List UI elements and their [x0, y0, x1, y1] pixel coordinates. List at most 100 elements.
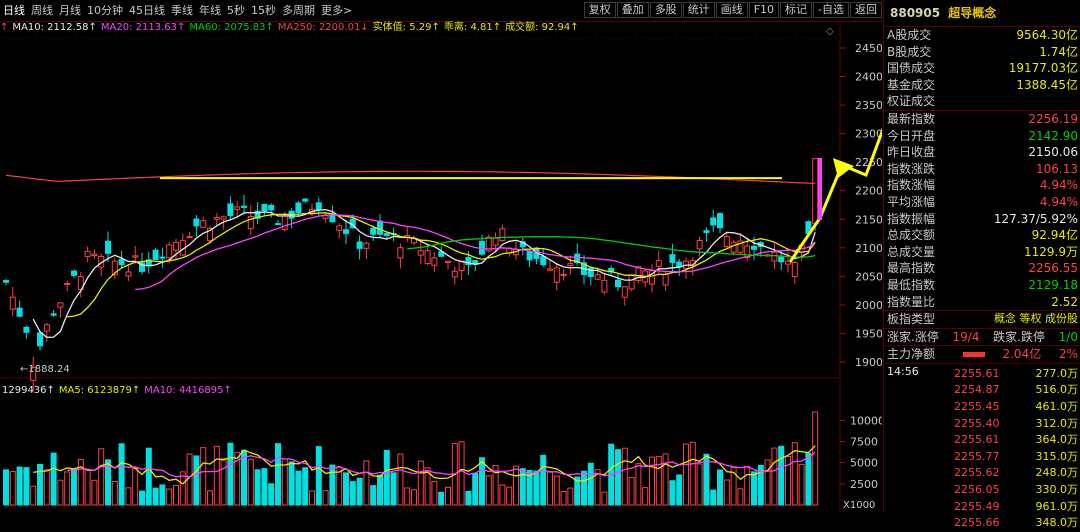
price-axis-label-11: 1900 [855, 356, 882, 369]
main-flow-row: 主力净额 2.04亿 2% [887, 347, 1078, 362]
quote-row-label: 最低指数 [887, 277, 936, 292]
candle-body-49 [336, 225, 343, 231]
volume-bar-80 [547, 471, 553, 506]
volume-bar-67 [458, 441, 465, 506]
tick-price: 2254.87 [954, 383, 1000, 397]
kline-chart[interactable]: 2450240023502300225022002150210020502000… [0, 0, 882, 513]
volume-bar-90 [615, 449, 621, 506]
index-type-value[interactable]: 概念 等权 成份股 [994, 311, 1078, 328]
quote-row-1: 今日开盘 2142.90 [884, 128, 1080, 145]
candle-body-12 [84, 250, 91, 257]
volume-bar-94 [642, 487, 649, 506]
volume-bar-70 [479, 457, 485, 506]
volume-bar-8 [57, 479, 64, 506]
stat-row-value: 1.74亿 [1039, 44, 1078, 59]
tick-volume: 315.0万 [1035, 449, 1079, 463]
candle-body-61 [417, 250, 424, 256]
candle-body-116 [791, 261, 798, 278]
volume-bar-22 [152, 487, 159, 506]
quote-row-label: 指数涨跌 [887, 161, 936, 176]
tick-time: 14:56 [887, 364, 919, 378]
candle-body-33 [227, 203, 234, 216]
candle-body-15 [105, 240, 111, 254]
volume-bar-21 [145, 447, 152, 506]
volume-bar-50 [343, 472, 349, 506]
stat-row-2: 国债成交 19177.03亿 [884, 60, 1080, 77]
volume-bar-58 [397, 453, 404, 506]
tick-volume: 312.0万 [1035, 416, 1079, 430]
candle-body-29 [200, 220, 207, 228]
quote-panel: 880905 超导概念 A股成交 9564.30亿 B股成交 1.74亿 国债成交 191… [883, 0, 1080, 529]
volume-bar-48 [329, 464, 336, 506]
vol-legend-item-1: MA5: 6123879↑ [58, 385, 141, 396]
volume-bar-60 [411, 489, 417, 506]
candle-body-63 [431, 257, 438, 266]
candle-body-31 [213, 217, 220, 220]
stat-row-value: 19177.03亿 [1008, 61, 1078, 76]
candle-body-66 [451, 270, 458, 278]
volume-bar-13 [91, 479, 98, 506]
volume-bar-17 [118, 443, 125, 506]
quote-row-label: 最新指数 [887, 111, 936, 126]
volume-bar-99 [676, 474, 683, 506]
candle-body-8 [57, 302, 64, 308]
candle-body-17 [118, 258, 125, 266]
volume-bar-37 [254, 469, 261, 506]
panel-title: 880905 超导概念 [884, 0, 1080, 27]
volume-bar-86 [587, 462, 594, 506]
volume-bar-69 [472, 473, 479, 506]
candle-body-105 [717, 213, 723, 229]
volume-bar-24 [166, 488, 173, 506]
ma5-line [32, 208, 816, 338]
tick-price: 2255.61 [954, 366, 1000, 380]
volume-bar-44 [302, 467, 309, 506]
tick-price: 2255.77 [954, 449, 1000, 463]
volume-bar-3 [23, 467, 30, 506]
tick-row-6: 2255.62 248.0万 [884, 465, 1080, 482]
volume-bar-7 [50, 452, 57, 506]
stat-row-value: 9564.30亿 [1016, 28, 1078, 42]
tick-row-2: 2255.45 461.0万 [884, 399, 1080, 416]
candle-body-52 [356, 241, 363, 249]
volume-bar-113 [771, 447, 778, 506]
volume-bar-100 [683, 443, 689, 506]
volume-bar-85 [581, 470, 587, 506]
updown-row: 涨家.涨停 19/4 跌家.跌停 1/0 [887, 329, 1078, 344]
quote-row-11: 指数量比 2.52 [884, 294, 1080, 311]
candle-body-72 [492, 237, 499, 246]
volume-bar-18 [125, 487, 132, 506]
tick-volume: 330.0万 [1035, 483, 1079, 497]
volume-bar-38 [261, 468, 268, 506]
stat-row-1: B股成交 1.74亿 [884, 44, 1080, 61]
candle-body-27 [186, 236, 193, 239]
volume-bar-83 [567, 487, 574, 506]
volume-bar-20 [139, 490, 145, 506]
tick-volume: 364.0万 [1035, 433, 1079, 447]
price-axis-label-5: 2200 [855, 185, 882, 198]
volume-bar-81 [553, 475, 560, 506]
candle-body-19 [132, 255, 139, 258]
tick-list[interactable]: 14:56 2255.61 277.0万 2254.87 516.0万 2255.45 4… [884, 364, 1080, 529]
tick-row-7: 2256.05 330.0万 [884, 482, 1080, 499]
volume-bar-46 [315, 446, 322, 506]
quote-row-3: 指数涨跌 106.13 [884, 161, 1080, 178]
quote-row-value: 4.94% [1039, 178, 1078, 193]
quote-row-value: 1129.9万 [1024, 244, 1078, 259]
price-axis-label-10: 1950 [855, 327, 882, 340]
volume-bar-74 [506, 486, 513, 506]
candle-body-98 [669, 254, 676, 263]
volume-bar-109 [744, 465, 751, 506]
volume-bar-0 [3, 469, 9, 506]
volume-bar-41 [281, 458, 288, 506]
quote-row-10: 最低指数 2129.18 [884, 277, 1080, 294]
volume-bar-43 [295, 470, 302, 506]
quote-row-label: 指数振幅 [887, 211, 936, 226]
candle-body-92 [628, 274, 635, 290]
quote-row-5: 平均涨幅 4.94% [884, 194, 1080, 211]
tick-price: 2256.05 [954, 483, 1000, 497]
vol-axis-label-0: 10000 [850, 414, 882, 427]
candle-body-87 [594, 274, 601, 280]
tick-volume: 277.0万 [1035, 366, 1079, 380]
candle-body-18 [125, 271, 132, 277]
candle-body-106 [723, 236, 730, 248]
